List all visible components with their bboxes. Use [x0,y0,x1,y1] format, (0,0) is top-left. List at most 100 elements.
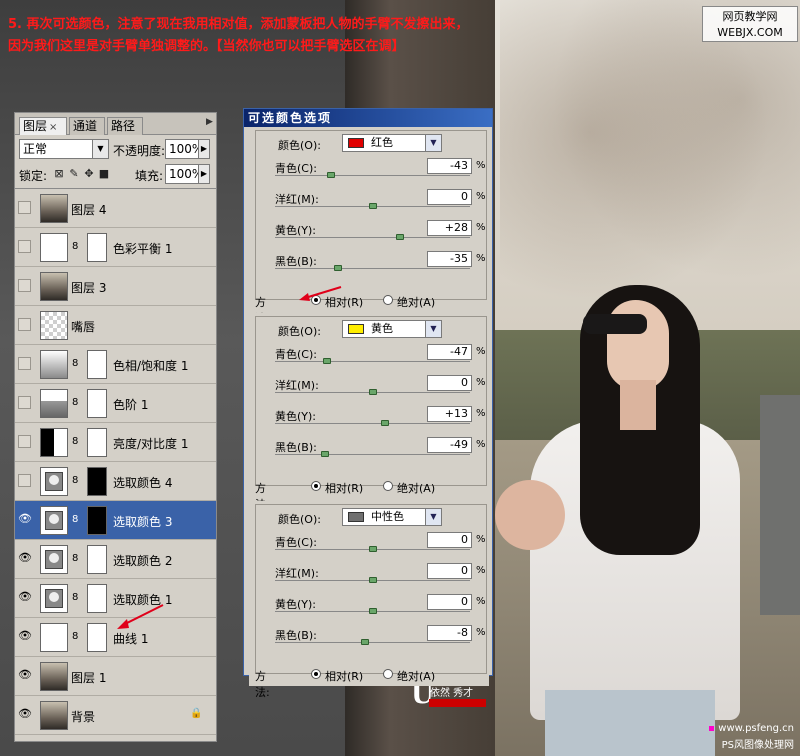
layer-name[interactable]: 图层 3 [71,279,106,296]
slider-knob[interactable] [368,389,377,395]
layer-name[interactable]: 背景 [71,708,95,725]
layer-mask-thumbnail[interactable] [87,584,107,613]
link-icon[interactable]: 8 [72,514,78,525]
layer-thumbnail[interactable] [40,233,68,262]
layer-name[interactable]: 选取颜色 4 [113,474,172,491]
slider-value-input[interactable]: +28 [427,220,472,236]
layer-row[interactable]: 👁 8 选取颜色 3 [15,501,216,540]
eye-icon[interactable]: 👁 [18,708,32,721]
chevron-right-icon[interactable]: ▶ [198,140,209,158]
layer-thumbnail[interactable] [40,662,68,691]
slider-track[interactable] [275,175,470,176]
layer-thumbnail[interactable] [40,584,68,613]
absolute-label[interactable]: 绝对(A) [397,294,435,310]
slider-knob[interactable] [368,546,377,552]
layer-thumbnail[interactable] [40,194,68,223]
blend-mode-select[interactable]: 正常 ▼ [19,139,109,159]
eye-icon[interactable]: 👁 [18,513,32,526]
slider-value-input[interactable]: -43 [427,158,472,174]
link-icon[interactable]: 8 [72,631,78,642]
slider-value-input[interactable]: 0 [427,532,472,548]
slider-knob[interactable] [381,420,390,426]
layer-mask-thumbnail[interactable] [87,350,107,379]
slider-track[interactable] [275,237,470,238]
layer-name[interactable]: 嘴唇 [71,318,95,335]
layer-row[interactable]: 👁 8 选取颜色 2 [15,540,216,579]
visibility-toggle[interactable] [18,240,31,253]
slider-value-input[interactable]: -47 [427,344,472,360]
link-icon[interactable]: 8 [72,592,78,603]
layer-row[interactable]: 图层 3 [15,267,216,306]
chevron-down-icon[interactable]: ▼ [425,321,441,337]
layer-name[interactable]: 色彩平衡 1 [113,240,172,257]
absolute-radio[interactable] [383,669,393,679]
link-icon[interactable]: 8 [72,553,78,564]
layer-thumbnail[interactable] [40,701,68,730]
layer-thumbnail[interactable] [40,506,68,535]
absolute-label[interactable]: 绝对(A) [397,480,435,496]
layer-row[interactable]: 8 亮度/对比度 1 [15,423,216,462]
layer-mask-thumbnail[interactable] [87,623,107,652]
chevron-down-icon[interactable]: ▼ [92,140,108,158]
layer-row[interactable]: 8 色彩平衡 1 [15,228,216,267]
layer-thumbnail[interactable] [40,428,68,457]
eye-icon[interactable]: 👁 [18,552,32,565]
eye-icon[interactable]: 👁 [18,591,32,604]
slider-knob[interactable] [360,639,369,645]
layer-name[interactable]: 色相/饱和度 1 [113,357,189,374]
layer-thumbnail[interactable] [40,350,68,379]
relative-radio[interactable] [311,481,321,491]
slider-value-input[interactable]: -8 [427,625,472,641]
relative-label[interactable]: 相对(R) [325,668,363,684]
layer-name[interactable]: 图层 4 [71,201,106,218]
layer-thumbnail[interactable] [40,467,68,496]
slider-knob[interactable] [326,172,335,178]
slider-track[interactable] [275,642,470,643]
layer-name[interactable]: 选取颜色 2 [113,552,172,569]
lock-position-icon[interactable]: ✥ [83,168,95,180]
layer-thumbnail[interactable] [40,272,68,301]
link-icon[interactable]: 8 [72,358,78,369]
color-select[interactable]: 红色 ▼ [342,134,442,152]
eye-icon[interactable]: 👁 [18,630,32,643]
color-select[interactable]: 中性色 ▼ [342,508,442,526]
slider-track[interactable] [275,361,470,362]
visibility-toggle[interactable] [18,201,31,214]
slider-value-input[interactable]: +13 [427,406,472,422]
layer-row[interactable]: 👁 图层 1 [15,657,216,696]
layer-row[interactable]: 8 色阶 1 [15,384,216,423]
panel-menu-icon[interactable]: ▶ [206,117,213,127]
slider-knob[interactable] [368,608,377,614]
fill-field[interactable]: 100% ▶ [165,164,210,184]
chevron-right-icon[interactable]: ▶ [198,165,209,183]
slider-knob[interactable] [368,203,377,209]
layer-row[interactable]: 图层 4 [15,189,216,228]
color-select[interactable]: 黄色 ▼ [342,320,442,338]
layer-mask-thumbnail[interactable] [87,506,107,535]
visibility-toggle[interactable] [18,435,31,448]
absolute-radio[interactable] [383,481,393,491]
slider-knob[interactable] [395,234,404,240]
layer-thumbnail[interactable] [40,311,68,340]
slider-value-input[interactable]: 0 [427,594,472,610]
absolute-radio[interactable] [383,295,393,305]
layer-thumbnail[interactable] [40,545,68,574]
eye-icon[interactable]: 👁 [18,669,32,682]
slider-value-input[interactable]: 0 [427,563,472,579]
lock-transparency-icon[interactable]: ⊠ [53,168,65,180]
lock-pixels-icon[interactable]: ✎ [68,168,80,180]
layer-mask-thumbnail[interactable] [87,467,107,496]
visibility-toggle[interactable] [18,357,31,370]
visibility-toggle[interactable] [18,318,31,331]
absolute-label[interactable]: 绝对(A) [397,668,435,684]
slider-knob[interactable] [368,577,377,583]
tab-channels[interactable]: 通道 [69,117,105,135]
slider-knob[interactable] [322,358,331,364]
slider-track[interactable] [275,423,470,424]
slider-value-input[interactable]: -49 [427,437,472,453]
lock-all-icon[interactable]: ■ [98,168,110,180]
layer-row[interactable]: 8 选取颜色 4 [15,462,216,501]
visibility-toggle[interactable] [18,279,31,292]
link-icon[interactable]: 8 [72,241,78,252]
visibility-toggle[interactable] [18,396,31,409]
